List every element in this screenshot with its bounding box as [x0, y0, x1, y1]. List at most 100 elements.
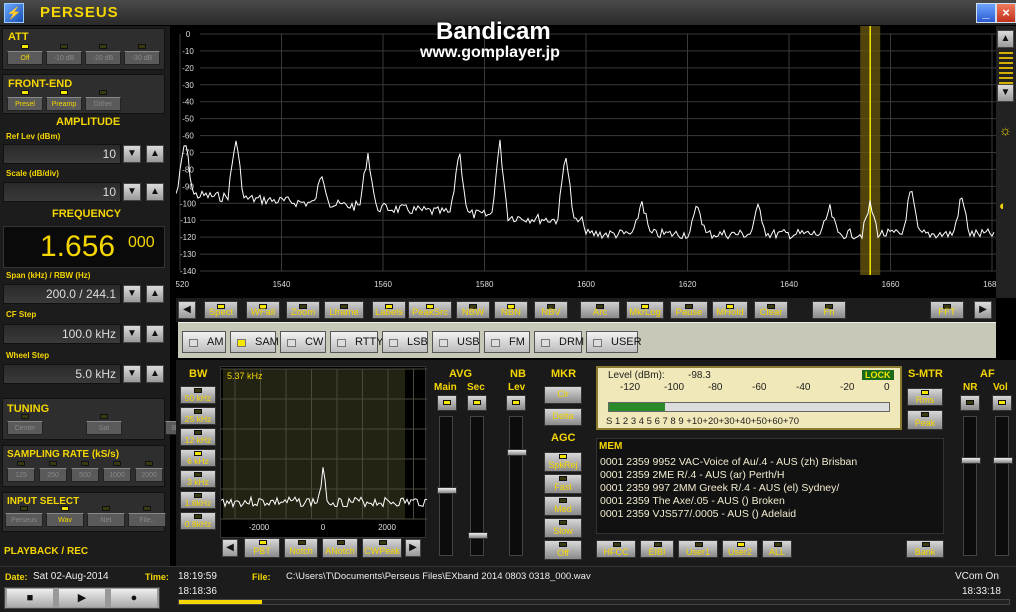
spectrum-plot[interactable]: 0-10-20-30-40-50-60-70-80-90-100-110-120…	[171, 26, 1001, 298]
wheel-down[interactable]: ▼	[123, 365, 141, 383]
tuning-btn-center[interactable]: Center	[7, 421, 43, 435]
toolbar-pause-button[interactable]: Pause	[670, 301, 708, 319]
att-btn-off[interactable]: Off	[7, 51, 43, 65]
span-up[interactable]: ▲	[146, 285, 164, 303]
bw-1.6khz-button[interactable]: 1.6kHz	[180, 491, 216, 509]
nr-toggle[interactable]	[960, 395, 980, 411]
tb-right-arrow[interactable]: ▶	[974, 301, 992, 319]
mem-entry[interactable]: 0001 2359 VJS577/.0005 - AUS () Adelaid	[600, 508, 940, 521]
span-down[interactable]: ▼	[123, 285, 141, 303]
mem-entry[interactable]: 0001 2359 997 2MM Greek R/.4 - AUS (el) …	[600, 482, 940, 495]
playback-progress-track[interactable]	[178, 599, 1010, 605]
mode-user-button[interactable]: USER	[586, 331, 642, 353]
mode-sam-button[interactable]: SAM	[230, 331, 279, 353]
bwtool-pbt-button[interactable]: PBT	[244, 538, 280, 558]
att-btn--30-db[interactable]: -30 dB	[124, 51, 160, 65]
toolbar-fft-button[interactable]: FFT	[930, 301, 964, 319]
toolbar-zoom-button[interactable]: Zoom	[286, 301, 320, 319]
toolbar-wfall-button[interactable]: WFall	[246, 301, 280, 319]
level-grip-icon[interactable]	[999, 52, 1013, 88]
tuning-btn-sat[interactable]: Sat	[86, 421, 122, 435]
mkr-clear-button[interactable]: Clr	[544, 386, 582, 404]
tb-left-arrow[interactable]: ◀	[178, 301, 196, 319]
mem-entry[interactable]: 0001 2359 The Axe/.05 - AUS () Broken	[600, 495, 940, 508]
mem-eibi-button[interactable]: EIBI	[640, 540, 674, 558]
toolbar-clear-button[interactable]: Clear	[754, 301, 788, 319]
mem-bank-button[interactable]: Bank	[906, 540, 944, 558]
toolbar-nbw-button[interactable]: NBW	[456, 301, 490, 319]
bw-filter-plot[interactable]: 5.37 kHz -2000 0 2000	[220, 367, 427, 539]
app-icon[interactable]: ⚡	[4, 3, 24, 23]
scale-down[interactable]: ▼	[123, 183, 141, 201]
mode-usb-button[interactable]: USB	[432, 331, 480, 353]
cfstep-up[interactable]: ▲	[146, 325, 164, 343]
bw-6khz-button[interactable]: 6 kHz	[180, 449, 216, 467]
mode-rtty-button[interactable]: RTTY	[330, 331, 384, 353]
sampling-btn-2000[interactable]: 2000	[135, 468, 163, 482]
att-btn--20-db[interactable]: -20 dB	[85, 51, 121, 65]
smtr-peak-button[interactable]: Peak	[907, 410, 943, 430]
toolbar-peaksrc-button[interactable]: PeakSrc	[408, 301, 452, 319]
bw-0.8khz-button[interactable]: 0.8kHz	[180, 512, 216, 530]
spectrum-display[interactable]: 0 -10 -20 -30 -40 -50 -60 -70 -80 -90 -100 -110 -120…	[171, 26, 1001, 298]
input-btn-wav[interactable]: Wav	[46, 513, 84, 527]
scale-up[interactable]: ▲	[146, 183, 164, 201]
nb-level-slider[interactable]	[507, 416, 527, 556]
input-btn-net[interactable]: Net	[87, 513, 125, 527]
ref-level-up[interactable]: ▲	[146, 145, 164, 163]
nr-slider[interactable]	[961, 416, 981, 556]
bw-50khz-button[interactable]: 50 kHz	[180, 386, 216, 404]
wheel-field[interactable]: 5.0 kHz	[3, 364, 121, 384]
bwtool-anotch-button[interactable]: ANotch	[322, 538, 358, 558]
avg-main-slider[interactable]	[437, 416, 457, 556]
mem-user1-button[interactable]: User1	[678, 540, 718, 558]
frontend-btn-dither[interactable]: Dither	[85, 97, 121, 111]
ref-level-field[interactable]: 10	[3, 144, 121, 164]
toolbar-spect-button[interactable]: Spect	[204, 301, 238, 319]
spectrum-side-bar[interactable]: ▲ ▼ ☼ ◐	[996, 26, 1016, 298]
input-btn-file-[interactable]: File..	[128, 513, 166, 527]
toolbar-fn-button[interactable]: Fn	[812, 301, 846, 319]
mode-am-button[interactable]: AM	[182, 331, 226, 353]
att-btn--10-db[interactable]: -10 dB	[46, 51, 82, 65]
agc-slow-button[interactable]: Slow	[544, 518, 582, 538]
agc-fast-button[interactable]: Fast	[544, 474, 582, 494]
brightness-icon[interactable]: ☼	[999, 122, 1012, 138]
toolbar-arc-button[interactable]: Arc	[580, 301, 620, 319]
mode-cw-button[interactable]: CW	[280, 331, 326, 353]
scale-field[interactable]: 10	[3, 182, 121, 202]
frontend-btn-presel[interactable]: Presel	[7, 97, 43, 111]
agc-med-button[interactable]: Med	[544, 496, 582, 516]
cfstep-down[interactable]: ▼	[123, 325, 141, 343]
toolbar-labels-button[interactable]: Labels	[372, 301, 406, 319]
toolbar-mhold-button[interactable]: MHold	[712, 301, 748, 319]
ref-level-down[interactable]: ▼	[123, 145, 141, 163]
agc-spkrej-button[interactable]: SpkRej	[544, 452, 582, 472]
scroll-down-arrow[interactable]: ▼	[997, 84, 1014, 102]
mode-fm-button[interactable]: FM	[484, 331, 530, 353]
sampling-btn-250[interactable]: 250	[39, 468, 67, 482]
bw-3khz-button[interactable]: 3 kHz	[180, 470, 216, 488]
scroll-up-arrow[interactable]: ▲	[997, 30, 1014, 48]
contrast-icon[interactable]: ◐	[999, 198, 1007, 213]
avg-main-toggle[interactable]	[437, 395, 457, 411]
play-icon[interactable]: ▶	[59, 589, 105, 607]
mem-all-button[interactable]: ALL	[762, 540, 792, 558]
span-field[interactable]: 200.0 / 244.1	[3, 284, 121, 304]
vol-slider[interactable]	[993, 416, 1013, 556]
sampling-btn-500[interactable]: 500	[71, 468, 99, 482]
smtr-rms-button[interactable]: Rms	[907, 388, 943, 406]
toolbar-nbv-button[interactable]: NBV	[534, 301, 568, 319]
mode-drm-button[interactable]: DRM	[534, 331, 584, 353]
frequency-display[interactable]: 1.656 000	[3, 226, 165, 268]
avg-sec-slider[interactable]	[468, 416, 488, 556]
agc-off-button[interactable]: Off	[544, 540, 582, 560]
vol-toggle[interactable]	[992, 395, 1012, 411]
toolbar-nbn-button[interactable]: NBN	[494, 301, 528, 319]
bw-25khz-button[interactable]: 25 kHz	[180, 407, 216, 425]
minimize-button[interactable]: _	[976, 3, 996, 23]
cfstep-field[interactable]: 100.0 kHz	[3, 324, 121, 344]
mem-entry[interactable]: 0001 2359 9952 VAC-Voice of Au/.4 - AUS …	[600, 456, 940, 469]
close-button[interactable]: ×	[996, 3, 1016, 23]
bw-right-arrow[interactable]: ▶	[405, 539, 421, 557]
